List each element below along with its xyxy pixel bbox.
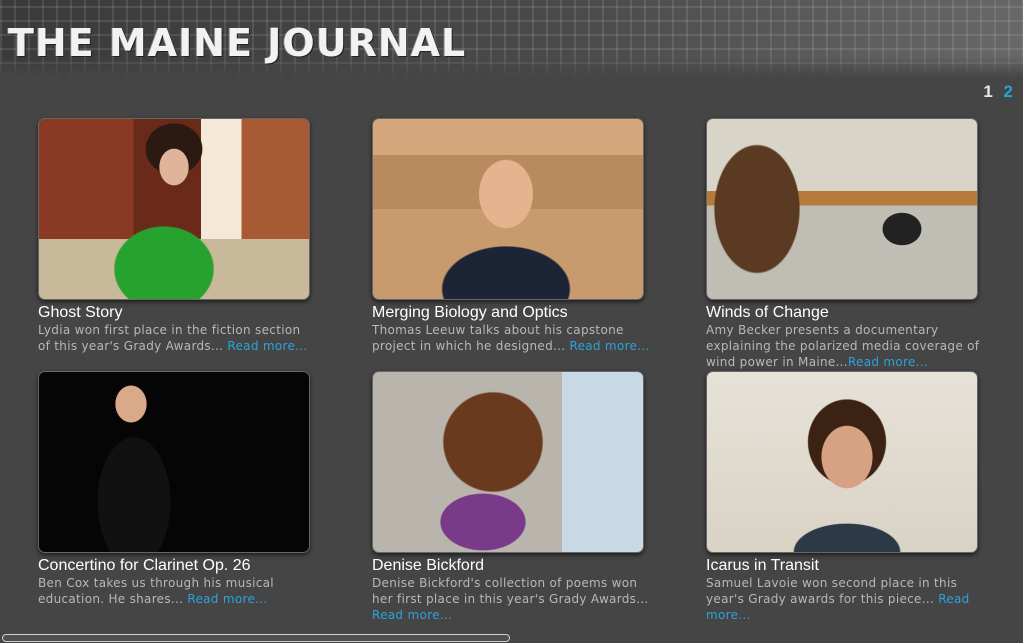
page: THE MAINE JOURNAL 1 2 Ghost Story Lydia … xyxy=(0,0,1023,643)
site-logo[interactable]: THE MAINE JOURNAL xyxy=(8,24,466,62)
site-header: THE MAINE JOURNAL xyxy=(0,0,1023,78)
article-thumbnail[interactable] xyxy=(38,371,310,553)
article-title[interactable]: Concertino for Clarinet Op. 26 xyxy=(38,557,310,575)
article-card: Winds of Change Amy Becker presents a do… xyxy=(706,118,979,370)
article-thumbnail[interactable] xyxy=(706,118,978,300)
article-description: Denise Bickford's collection of poems wo… xyxy=(372,575,650,623)
horizontal-scrollbar[interactable] xyxy=(2,634,510,642)
article-title[interactable]: Merging Biology and Optics xyxy=(372,304,644,322)
article-description: Thomas Leeuw talks about his capstone pr… xyxy=(372,322,650,354)
article-thumbnail[interactable] xyxy=(38,118,310,300)
article-description: Lydia won first place in the fiction sec… xyxy=(38,322,316,354)
read-more-link[interactable]: Read more... xyxy=(227,339,307,353)
article-title[interactable]: Icarus in Transit xyxy=(706,557,978,575)
article-card: Denise Bickford Denise Bickford's collec… xyxy=(372,371,648,623)
read-more-link[interactable]: Read more... xyxy=(569,339,649,353)
article-thumbnail[interactable] xyxy=(372,118,644,300)
page-link-1[interactable]: 1 xyxy=(983,82,992,101)
article-thumbnail[interactable] xyxy=(372,371,644,553)
article-description-text: Samuel Lavoie won second place in this y… xyxy=(706,576,958,606)
article-description: Samuel Lavoie won second place in this y… xyxy=(706,575,984,623)
pagination: 1 2 xyxy=(977,82,1013,102)
page-link-2-current[interactable]: 2 xyxy=(1004,82,1013,101)
article-card: Merging Biology and Optics Thomas Leeuw … xyxy=(372,118,649,354)
article-description: Ben Cox takes us through his musical edu… xyxy=(38,575,316,607)
article-card: Concertino for Clarinet Op. 26 Ben Cox t… xyxy=(38,371,310,607)
read-more-link[interactable]: Read more... xyxy=(848,355,928,369)
article-description-text: Amy Becker presents a documentary explai… xyxy=(706,323,980,369)
article-description-text: Denise Bickford's collection of poems wo… xyxy=(372,576,649,606)
article-card: Icarus in Transit Samuel Lavoie won seco… xyxy=(706,371,978,623)
article-thumbnail[interactable] xyxy=(706,371,978,553)
article-title[interactable]: Winds of Change xyxy=(706,304,978,322)
article-title[interactable]: Ghost Story xyxy=(38,304,310,322)
article-title[interactable]: Denise Bickford xyxy=(372,557,644,575)
read-more-link[interactable]: Read more... xyxy=(372,608,452,622)
article-card: Ghost Story Lydia won first place in the… xyxy=(38,118,310,354)
read-more-link[interactable]: Read more... xyxy=(187,592,267,606)
article-description: Amy Becker presents a documentary explai… xyxy=(706,322,984,370)
